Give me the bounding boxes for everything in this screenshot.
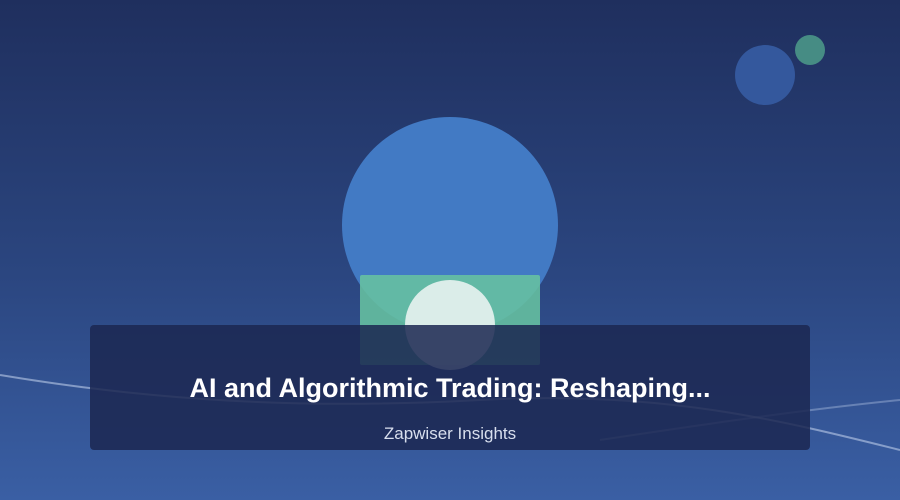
decorative-circle-green [795,35,825,65]
article-title[interactable]: AI and Algorithmic Trading: Reshaping... [90,372,810,404]
article-source: Zapwiser Insights [383,424,517,443]
decorative-circle-blue [735,45,795,105]
article-caption-overlay[interactable]: AI and Algorithmic Trading: Reshaping...… [90,325,810,450]
